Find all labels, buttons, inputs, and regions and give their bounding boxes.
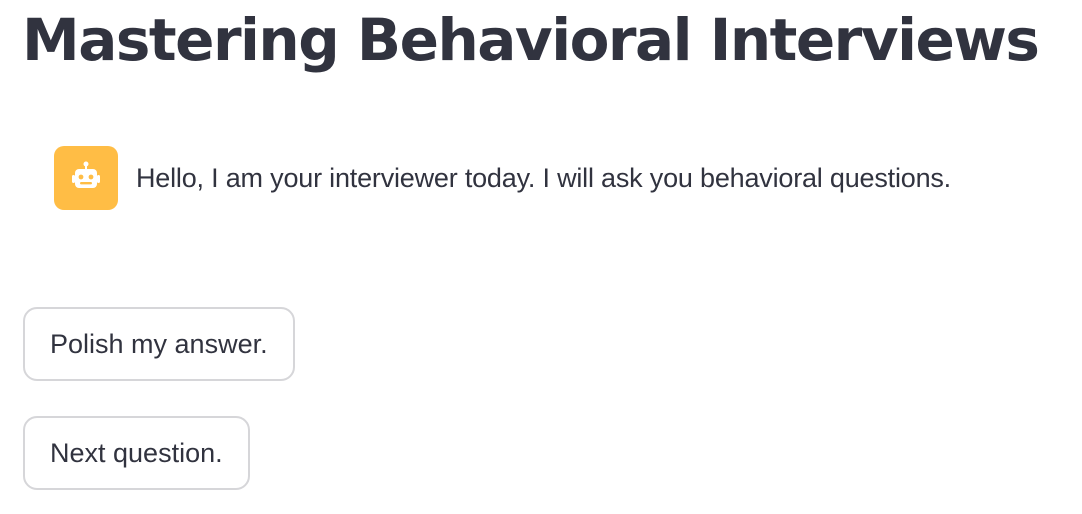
robot-icon bbox=[72, 161, 100, 188]
chat-message-text: Hello, I am your interviewer today. I wi… bbox=[136, 162, 951, 193]
assistant-avatar bbox=[54, 146, 118, 210]
next-question-button[interactable]: Next question. bbox=[23, 416, 250, 490]
chat-message: Hello, I am your interviewer today. I wi… bbox=[54, 146, 951, 210]
polish-answer-button[interactable]: Polish my answer. bbox=[23, 307, 295, 381]
page-title: Mastering Behavioral Interviews bbox=[22, 6, 1040, 74]
